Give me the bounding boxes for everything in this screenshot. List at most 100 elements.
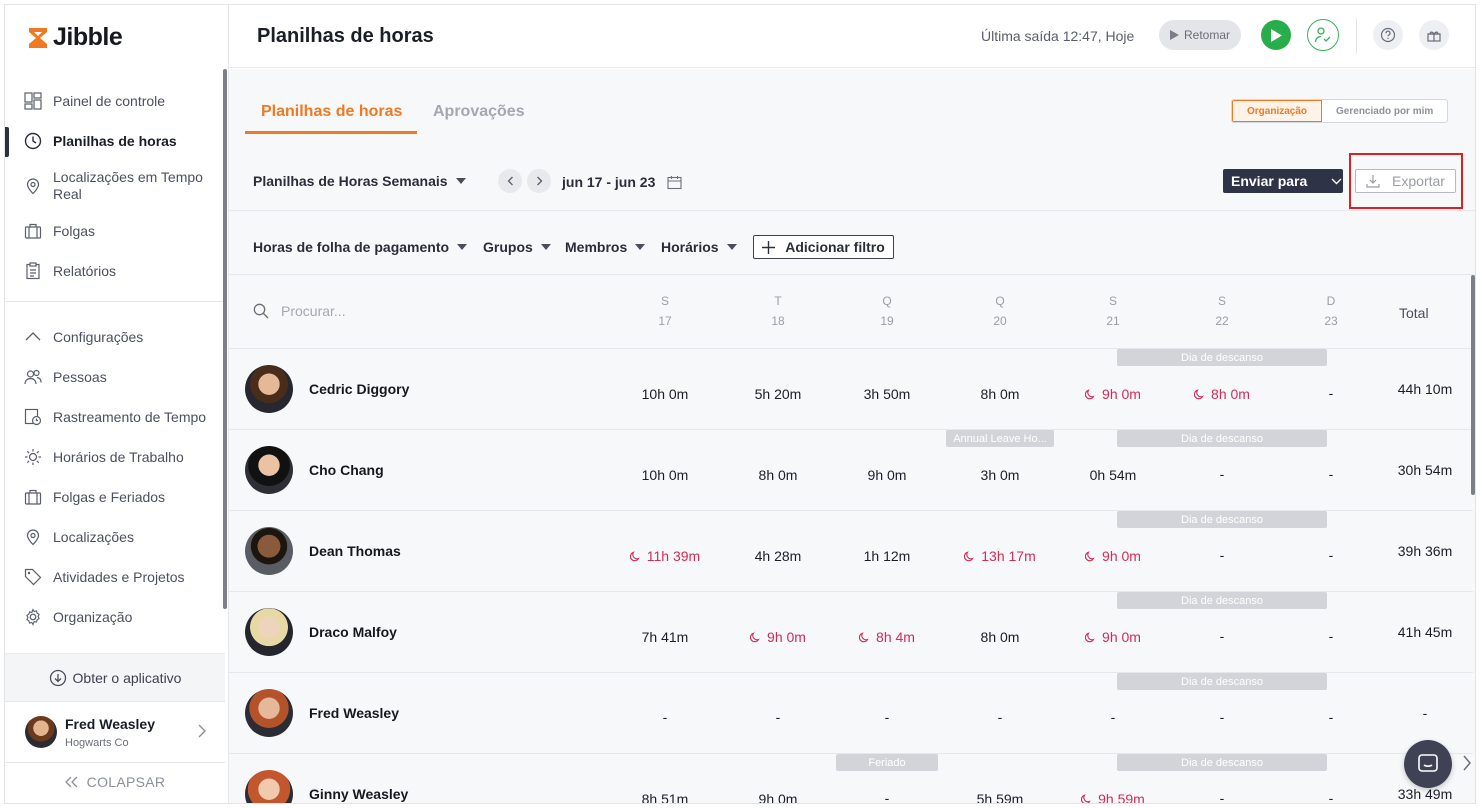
search-field[interactable]: Procurar...	[253, 303, 346, 319]
add-filter-button[interactable]: Adicionar filtro	[753, 235, 894, 259]
day-hours-cell[interactable]: 11h 39m	[610, 548, 720, 564]
export-button[interactable]: Exportar	[1355, 169, 1456, 193]
day-hours-cell[interactable]: 9h 0m	[723, 791, 833, 803]
filter-payroll-hours[interactable]: Horas de folha de pagamento	[253, 239, 468, 255]
day-hours-cell[interactable]: -	[1167, 466, 1277, 482]
sidebar-item-settings-6[interactable]: Atividades e Projetos	[5, 557, 225, 597]
sidebar-item-top-2[interactable]: Localizações em Tempo Real	[5, 161, 225, 211]
sidebar-item-top-4[interactable]: Relatórios	[5, 251, 225, 291]
day-hours-cell[interactable]: 3h 50m	[832, 386, 942, 402]
date-range-picker[interactable]: jun 17 - jun 23	[562, 174, 682, 190]
day-hours-cell[interactable]: -	[1167, 709, 1277, 725]
collapse-button[interactable]: COLAPSAR	[5, 765, 225, 799]
user-profile[interactable]: Fred Weasley Hogwarts Co	[5, 701, 225, 763]
day-hours-cell[interactable]: -	[832, 709, 942, 725]
sidebar-item-settings-7[interactable]: Organização	[5, 597, 225, 637]
day-hours-cell[interactable]: -	[723, 709, 833, 725]
get-app-button[interactable]: Obter o aplicativo	[5, 653, 225, 701]
day-hours-cell[interactable]: 9h 0m	[832, 467, 942, 483]
table-row[interactable]: Cedric Diggory Dia de descanso 10h 0m 5h 20…	[229, 349, 1473, 430]
day-hours-cell[interactable]: 10h 0m	[610, 386, 720, 402]
day-hours-cell[interactable]: -	[945, 709, 1055, 725]
jibble-logo[interactable]: Jibble	[27, 23, 123, 52]
scope-organization[interactable]: Organização	[1232, 100, 1323, 122]
view-select[interactable]: Planilhas de Horas Semanais	[253, 173, 466, 189]
day-hours-cell[interactable]: 8h 0m	[1167, 386, 1277, 402]
day-hours-cell[interactable]: 9h 0m	[1058, 386, 1168, 402]
day-hours-cell[interactable]: 10h 0m	[610, 467, 720, 483]
filter-schedules[interactable]: Horários	[661, 239, 737, 255]
table-row[interactable]: Dean Thomas Dia de descanso 11h 39m 4h 28m 1…	[229, 511, 1473, 592]
day-hours-cell[interactable]: 8h 4m	[832, 629, 942, 645]
day-hours-cell[interactable]: 8h 0m	[945, 386, 1055, 402]
day-hours-cell[interactable]: 5h 59m	[945, 791, 1055, 803]
member-name[interactable]: Draco Malfoy	[309, 624, 397, 640]
day-hours-cell[interactable]: -	[832, 790, 942, 803]
help-button[interactable]	[1373, 20, 1403, 50]
table-row[interactable]: Draco Malfoy Dia de descanso 7h 41m 9h 0m 8h…	[229, 592, 1473, 673]
member-name[interactable]: Cho Chang	[309, 462, 384, 478]
day-hours-cell[interactable]: 8h 0m	[723, 467, 833, 483]
member-name[interactable]: Fred Weasley	[309, 705, 399, 721]
sidebar-item-settings-2[interactable]: Rastreamento de Tempo	[5, 397, 225, 437]
sidebar-item-top-1[interactable]: Planilhas de horas	[5, 121, 225, 161]
sidebar-item-settings-3[interactable]: Horários de Trabalho	[5, 437, 225, 477]
day-hours-cell[interactable]: -	[1276, 790, 1386, 803]
table-row[interactable]: Fred Weasley Dia de descanso - - - - - - - -	[229, 673, 1473, 754]
chat-support-button[interactable]	[1404, 740, 1452, 788]
sidebar-item-settings-4[interactable]: Folgas e Feriados	[5, 477, 225, 517]
day-hours-cell[interactable]: 5h 20m	[723, 386, 833, 402]
day-hours-cell[interactable]: -	[610, 709, 720, 725]
day-status-badge: Dia de descanso	[1117, 754, 1327, 771]
day-hours-cell[interactable]: 8h 51m	[610, 791, 720, 803]
day-hours-cell[interactable]: 9h 59m	[1058, 791, 1168, 803]
day-hours-cell[interactable]: -	[1167, 547, 1277, 563]
day-hours-cell[interactable]: -	[1276, 547, 1386, 563]
sidebar-item-top-3[interactable]: Folgas	[5, 211, 225, 251]
scope-managed-by-me[interactable]: Gerenciado por mim	[1322, 100, 1447, 122]
tab-approvals[interactable]: Aprovações	[433, 103, 525, 121]
sidebar-item-settings-5[interactable]: Localizações	[5, 517, 225, 557]
clock-in-person-button[interactable]	[1307, 19, 1339, 51]
send-to-button[interactable]: Enviar para	[1223, 169, 1343, 193]
day-hours-cell[interactable]: -	[1167, 628, 1277, 644]
table-row[interactable]: Ginny Weasley Feriado Dia de descanso 8h 51…	[229, 754, 1473, 803]
filter-members[interactable]: Membros	[565, 239, 646, 255]
day-hours-cell[interactable]: 9h 0m	[1058, 548, 1168, 564]
day-hours-cell[interactable]: 7h 41m	[610, 629, 720, 645]
sidebar-item-top-0[interactable]: Painel de controle	[5, 81, 225, 121]
whats-new-button[interactable]	[1419, 20, 1449, 50]
scroll-right-chevron-icon[interactable]	[1462, 755, 1472, 771]
date-range-label: jun 17 - jun 23	[562, 174, 656, 190]
day-hours-cell[interactable]: 9h 0m	[1058, 629, 1168, 645]
sidebar-scrollbar[interactable]	[223, 69, 227, 609]
clock-in-play-button[interactable]	[1261, 20, 1291, 50]
member-name[interactable]: Dean Thomas	[309, 543, 401, 559]
day-hours-cell[interactable]: -	[1276, 709, 1386, 725]
day-hours-cell[interactable]: -	[1276, 385, 1386, 401]
day-hours-cell[interactable]: 13h 17m	[945, 548, 1055, 564]
day-hours-cell[interactable]: 1h 12m	[832, 548, 942, 564]
table-row[interactable]: Cho Chang Annual Leave Ho... Dia de descan…	[229, 430, 1473, 511]
member-name[interactable]: Cedric Diggory	[309, 381, 409, 397]
hours-value: -	[1219, 547, 1225, 563]
member-name[interactable]: Ginny Weasley	[309, 786, 408, 802]
day-hours-cell[interactable]: 3h 0m	[945, 467, 1055, 483]
day-hours-cell[interactable]: -	[1167, 790, 1277, 803]
day-hours-cell[interactable]: 9h 0m	[723, 629, 833, 645]
next-week-button[interactable]	[527, 169, 551, 193]
sidebar-item-settings-0[interactable]: Configurações	[5, 317, 225, 357]
day-hours-cell[interactable]: 8h 0m	[945, 629, 1055, 645]
day-hours-cell[interactable]: 4h 28m	[723, 548, 833, 564]
day-hours-cell[interactable]: 0h 54m	[1058, 467, 1168, 483]
resume-button[interactable]: Retomar	[1159, 20, 1241, 50]
filter-groups[interactable]: Grupos	[483, 239, 551, 255]
day-hours-cell[interactable]: -	[1058, 709, 1168, 725]
table-scrollbar[interactable]	[1471, 275, 1475, 495]
tab-timesheets[interactable]: Planilhas de horas	[261, 103, 402, 121]
day-hours-cell[interactable]: -	[1276, 628, 1386, 644]
caret-down-icon	[726, 244, 737, 250]
sidebar-item-settings-1[interactable]: Pessoas	[5, 357, 225, 397]
prev-week-button[interactable]	[498, 169, 522, 193]
day-hours-cell[interactable]: -	[1276, 466, 1386, 482]
